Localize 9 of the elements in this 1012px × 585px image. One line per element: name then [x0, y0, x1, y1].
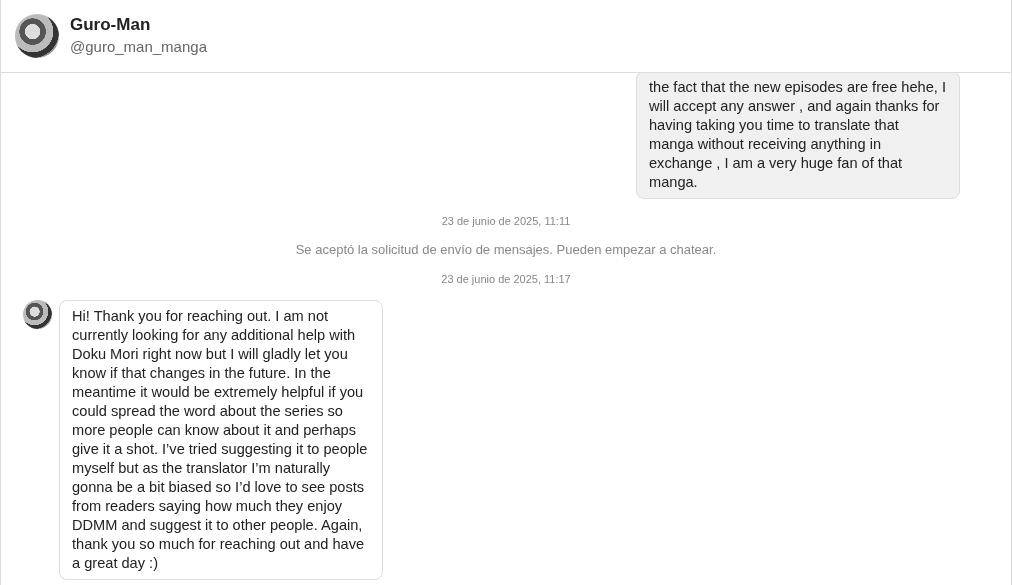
contact-name: Guro-Man — [70, 14, 152, 36]
avatar — [15, 14, 59, 58]
contact-handle: @guro_man_manga — [70, 37, 207, 57]
received-message: Hi! Thank you for reaching out. I am not currently looking for any additional help with Doku Mori right now but I will gladly let you know if that changes in the future. In the meantime it would be extremely helpful if you could spread the word about the series so more people can know about it and perhaps give it a shot. I’ve tried suggesting it to people myself but as the translator I’m naturally gonna be a bit biased so I’d love to see posts from readers saying how much they enjoy DDMM and suggest it to other people. Again, thank you so much for reaching out and have a great day :) — [59, 300, 383, 580]
avatar — [23, 300, 52, 329]
sent-message: the fact that the new episodes are free hehe, I will accept any answer , and again thanks for having taking you time to translate that manga without receiving anything in exchange , I am a very huge fan of that manga. — [636, 73, 960, 199]
system-notice: Se aceptó la solicitud de envío de mensajes. Pueden empezar a chatear. — [295, 242, 717, 257]
message-timestamp: 23 de junio de 2025, 11:11 — [441, 215, 571, 227]
message-timestamp: 23 de junio de 2025, 11:17 — [441, 273, 571, 285]
